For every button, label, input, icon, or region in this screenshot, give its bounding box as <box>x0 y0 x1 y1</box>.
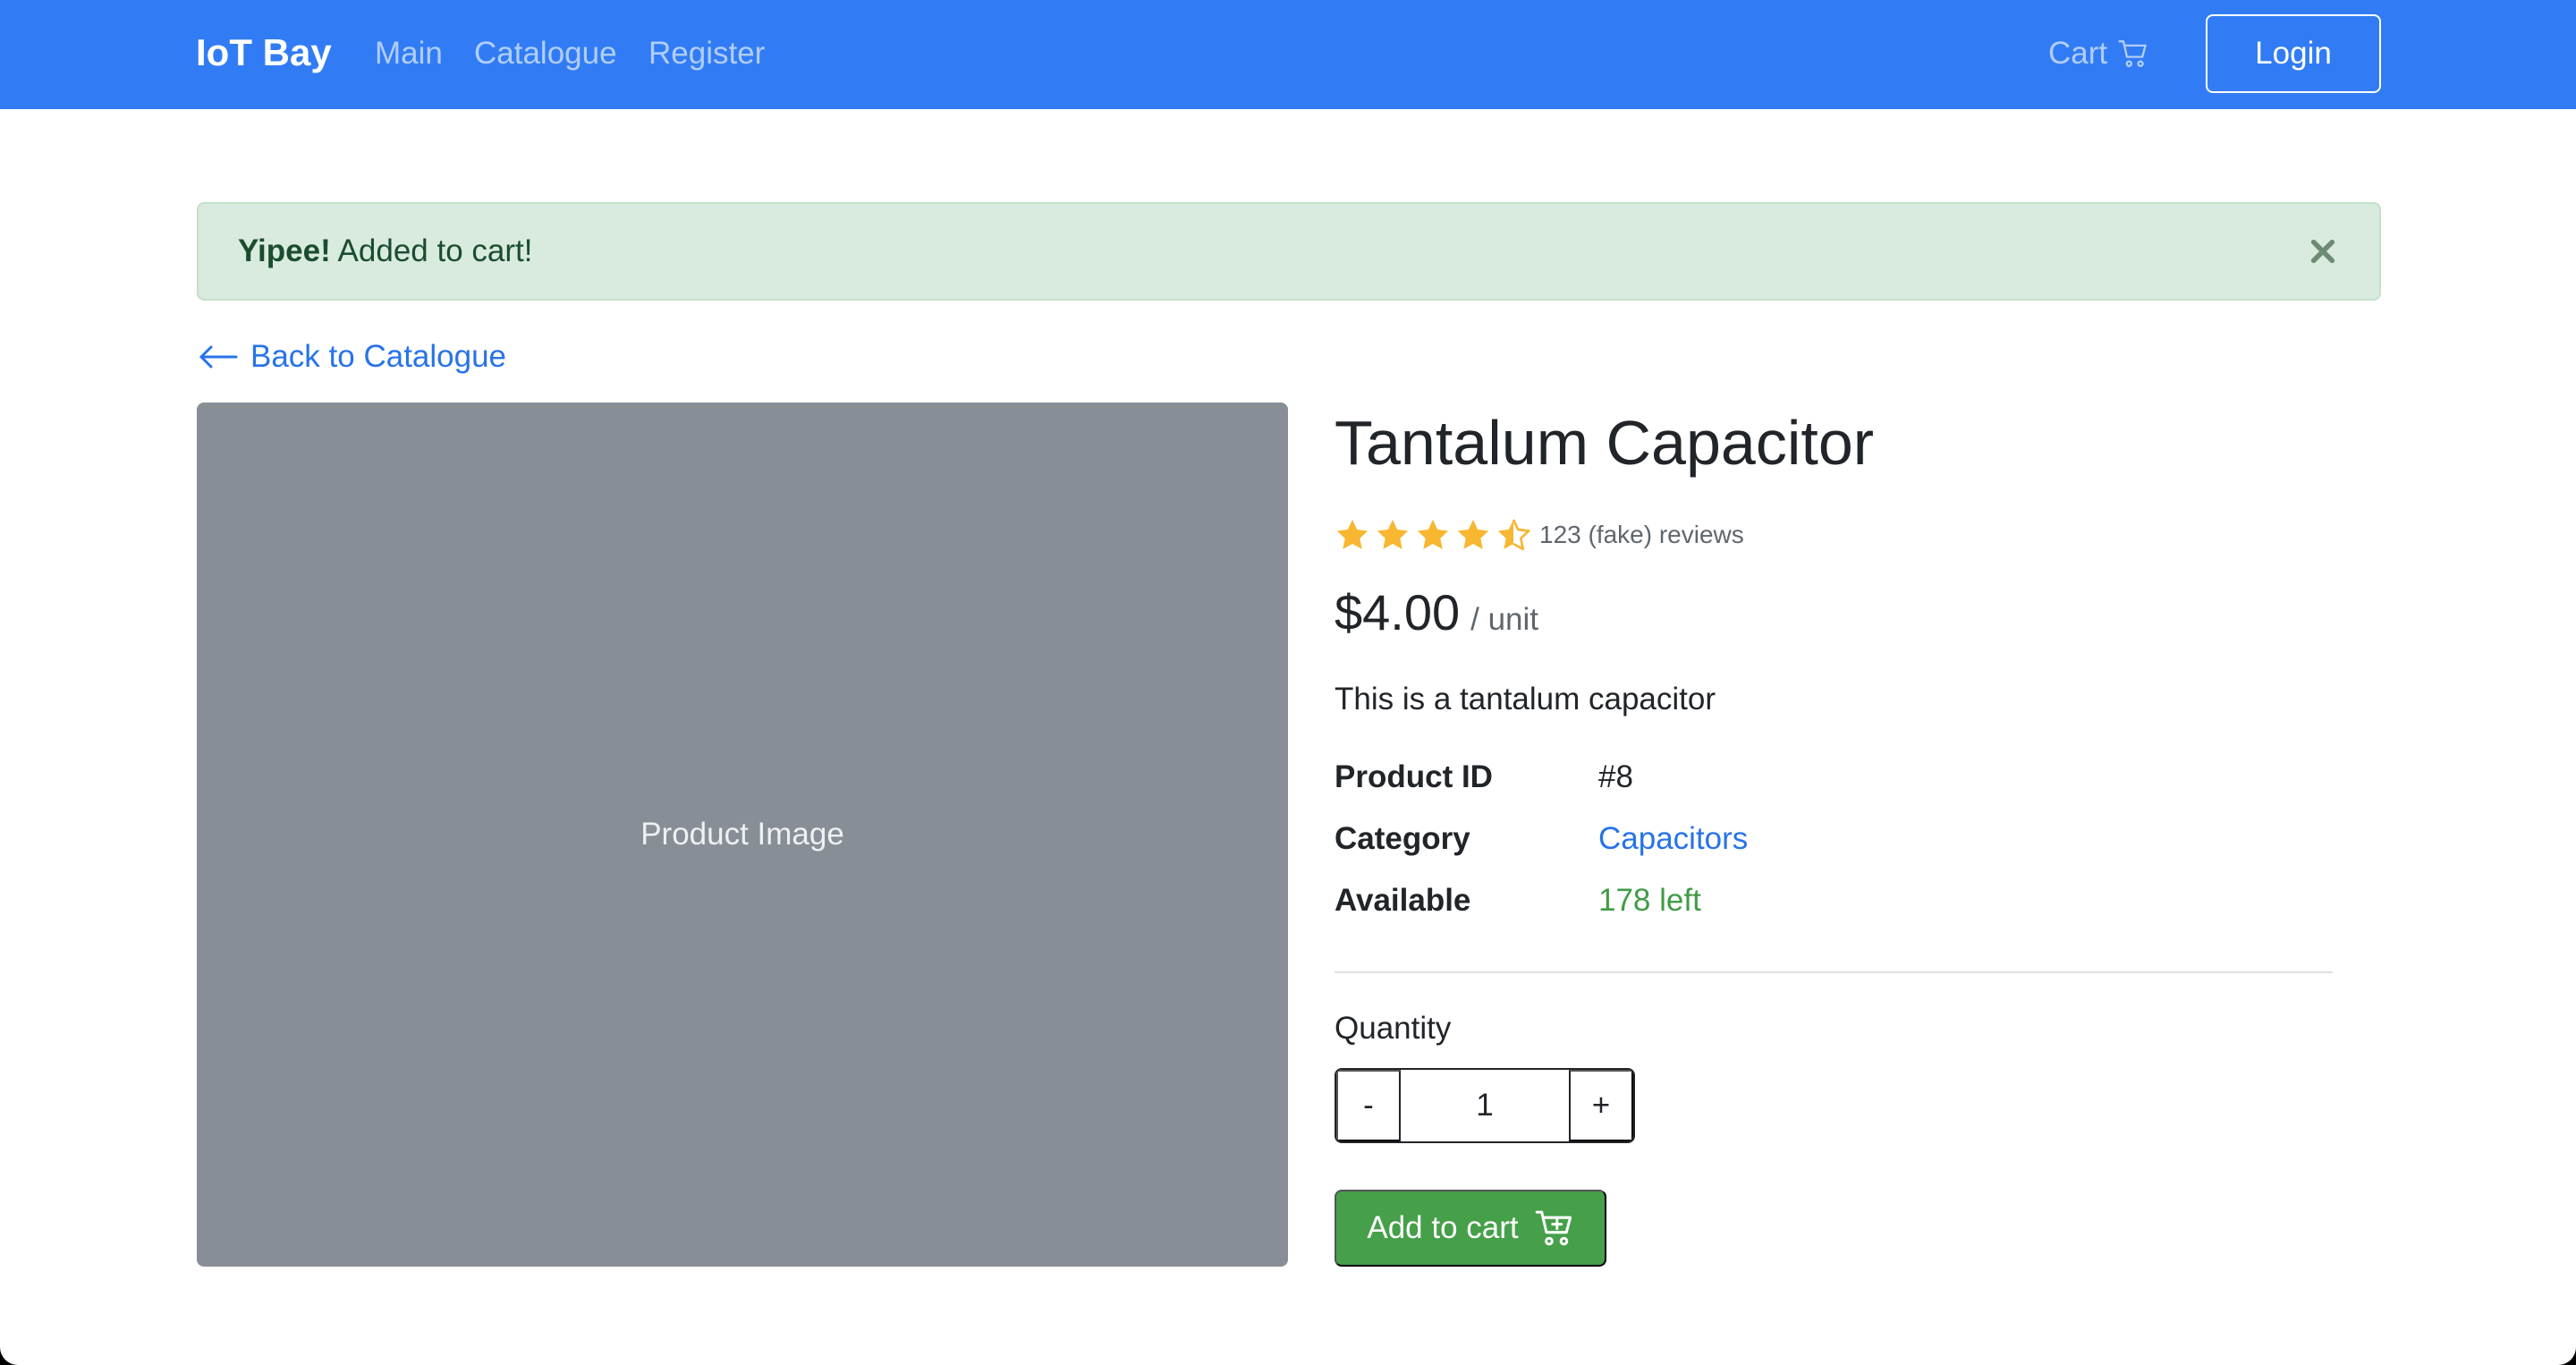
alert-text: Yipee! Added to cart! <box>238 204 532 299</box>
category-link[interactable]: Capacitors <box>1598 817 1748 861</box>
add-to-cart-label: Add to cart <box>1367 1210 1519 1245</box>
success-alert: Yipee! Added to cart! <box>197 202 2381 301</box>
quantity-input[interactable]: 1 <box>1401 1070 1569 1141</box>
page: IoT Bay Main Catalogue Register Cart Log… <box>0 0 2576 1365</box>
star-icon <box>1457 520 1489 549</box>
quantity-label: Quantity <box>1335 1011 1452 1046</box>
spec-label-available: Available <box>1335 883 1471 918</box>
product-image-placeholder: Product Image <box>640 817 844 852</box>
back-to-catalogue-link[interactable]: Back to Catalogue <box>199 335 506 379</box>
nav-link-catalogue[interactable]: Catalogue <box>474 30 617 77</box>
close-icon[interactable] <box>2309 238 2336 265</box>
back-link-label: Back to Catalogue <box>250 339 507 374</box>
star-icon <box>1336 520 1368 549</box>
nav-cart-link[interactable]: Cart <box>2048 30 2148 77</box>
price-unit: / unit <box>1470 602 1539 637</box>
spec-value-product-id: #8 <box>1598 759 1633 794</box>
nav-link-main[interactable]: Main <box>375 30 443 77</box>
reviews-count: 123 (fake) reviews <box>1539 521 1744 548</box>
rating: 123 (fake) reviews <box>1335 515 1744 555</box>
nav-link-register[interactable]: Register <box>648 30 765 77</box>
quantity-stepper: - 1 + <box>1335 1068 1635 1143</box>
quantity-decrement-button[interactable]: - <box>1336 1070 1401 1141</box>
product-title: Tantalum Capacitor <box>1335 408 1875 478</box>
star-icon <box>1377 520 1409 549</box>
stock-status: 178 left <box>1598 883 1701 918</box>
divider <box>1335 971 2333 973</box>
navbar: IoT Bay Main Catalogue Register Cart Log… <box>0 0 2576 109</box>
spec-label-category: Category <box>1335 821 1470 856</box>
alert-message: Added to cart! <box>330 233 533 268</box>
spec-label-product-id: Product ID <box>1335 759 1493 794</box>
add-to-cart-button[interactable]: Add to cart <box>1335 1190 1606 1267</box>
cart-label: Cart <box>2048 36 2108 71</box>
alert-strong: Yipee! <box>238 233 331 268</box>
star-half-icon <box>1497 519 1530 551</box>
brand-logo[interactable]: IoT Bay <box>196 27 332 79</box>
product-image: Product Image <box>197 403 1288 1267</box>
cart-icon <box>2118 40 2147 67</box>
star-icon <box>1417 520 1449 549</box>
cart-plus-icon <box>1535 1210 1572 1246</box>
login-button[interactable]: Login <box>2206 14 2381 93</box>
quantity-increment-button[interactable]: + <box>1569 1070 1633 1141</box>
product-description: This is a tantalum capacitor <box>1335 682 1716 716</box>
price-value: $4.00 <box>1335 584 1461 640</box>
arrow-left-icon <box>199 345 238 369</box>
price: $4.00 / unit <box>1335 583 1538 641</box>
